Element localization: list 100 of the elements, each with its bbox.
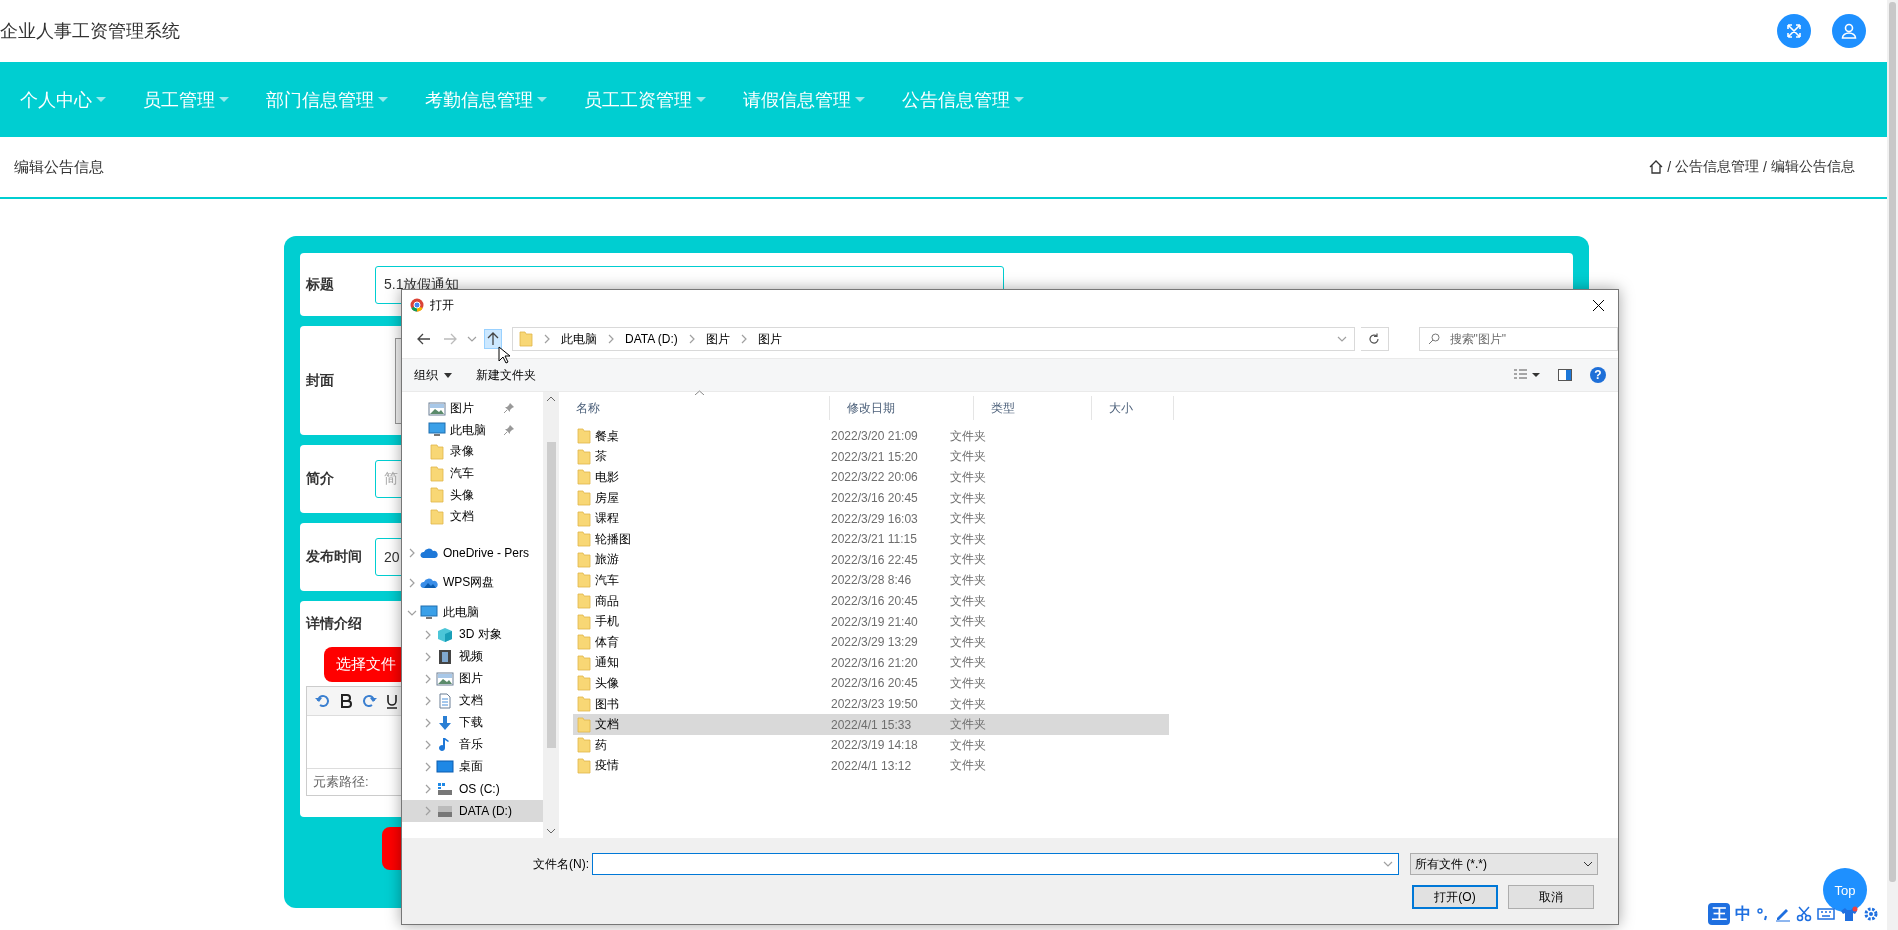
fullscreen-button[interactable] xyxy=(1777,14,1811,48)
quick-access-item[interactable]: 头像 xyxy=(402,484,543,506)
file-row[interactable]: 药 2022/3/19 14:18 文件夹 xyxy=(573,734,1169,756)
column-header[interactable]: 修改日期 xyxy=(830,396,974,420)
file-type-select[interactable]: 所有文件 (*.*) xyxy=(1410,853,1598,875)
folder-icon xyxy=(518,331,533,347)
nav-tree-item[interactable]: OneDrive - Pers xyxy=(402,541,543,564)
address-bar[interactable]: 此电脑 DATA (D:) 图片 图片 xyxy=(511,327,1355,351)
back-arrow-icon xyxy=(417,333,431,345)
quick-access-item[interactable]: 录像 xyxy=(402,441,543,463)
scroll-down-icon[interactable] xyxy=(547,829,555,834)
file-type: 文件夹 xyxy=(950,448,986,466)
file-row[interactable]: 商品 2022/3/16 20:45 文件夹 xyxy=(573,590,1169,612)
keyboard-icon[interactable] xyxy=(1817,907,1835,921)
file-row[interactable]: 旅游 2022/3/16 22:45 文件夹 xyxy=(573,549,1169,571)
file-type: 文件夹 xyxy=(950,592,986,610)
file-name-label: 文件名(N): xyxy=(532,855,590,873)
file-row[interactable]: 图书 2022/3/23 19:50 文件夹 xyxy=(573,693,1169,715)
quick-access-item[interactable]: 汽车 xyxy=(402,462,543,485)
file-row[interactable]: 茶 2022/3/21 15:20 文件夹 xyxy=(573,446,1169,468)
cube-icon xyxy=(436,626,454,643)
scissors-icon[interactable] xyxy=(1796,906,1812,922)
file-name: 房屋 xyxy=(595,489,619,507)
view-options-icon[interactable] xyxy=(1514,369,1540,381)
file-row[interactable]: 通知 2022/3/16 21:20 文件夹 xyxy=(573,652,1169,674)
pin-icon[interactable] xyxy=(504,424,514,435)
file-row[interactable]: 电影 2022/3/22 20:06 文件夹 xyxy=(573,467,1169,488)
file-type: 文件夹 xyxy=(950,633,986,651)
help-button[interactable]: ? xyxy=(1590,367,1606,383)
page-scrollbar[interactable] xyxy=(1887,0,1898,930)
file-name: 轮播图 xyxy=(595,530,631,548)
ime-mode[interactable]: 中 xyxy=(1735,903,1751,925)
file-row[interactable]: 课程 2022/3/29 16:03 文件夹 xyxy=(573,508,1169,529)
pen-icon[interactable] xyxy=(1775,906,1791,922)
nav-tree-item[interactable]: DATA (D:) xyxy=(402,799,543,822)
computer-icon xyxy=(420,604,438,621)
nav-tree-item[interactable]: WPS网盘 xyxy=(402,571,543,594)
shirt-icon[interactable] xyxy=(1840,906,1858,922)
new-folder-button[interactable]: 新建文件夹 xyxy=(476,366,536,384)
picture-icon xyxy=(436,670,454,687)
sort-indicator-icon xyxy=(695,390,704,395)
file-type: 文件夹 xyxy=(950,695,986,713)
close-icon xyxy=(1592,299,1604,311)
undo-icon[interactable] xyxy=(315,694,331,708)
folder-icon xyxy=(428,465,446,482)
quick-access-item[interactable]: 此电脑 xyxy=(402,419,543,442)
breadcrumb-link[interactable]: 编辑公告信息 xyxy=(1771,158,1855,176)
punctuation-icon[interactable] xyxy=(1756,906,1770,922)
bold-icon[interactable] xyxy=(339,694,353,708)
address-crumb[interactable]: DATA (D:) xyxy=(624,332,678,346)
underline-icon[interactable] xyxy=(385,693,399,709)
address-crumb[interactable]: 此电脑 xyxy=(560,330,597,348)
folder-icon xyxy=(428,508,446,525)
column-header[interactable]: 类型 xyxy=(974,396,1092,420)
column-header[interactable]: 名称 xyxy=(559,396,830,420)
column-header[interactable]: 大小 xyxy=(1092,396,1174,420)
pin-icon[interactable] xyxy=(504,403,514,413)
nav-tree-item[interactable]: 此电脑 xyxy=(402,601,543,624)
settings-icon[interactable] xyxy=(1863,906,1879,922)
quick-access-item[interactable]: 文档 xyxy=(402,505,543,528)
nav-tree-item[interactable]: 下载 xyxy=(402,711,543,734)
file-name-field[interactable] xyxy=(592,853,1399,875)
user-button[interactable] xyxy=(1832,14,1866,48)
preview-pane-icon[interactable] xyxy=(1558,369,1572,381)
expand-arrows-icon xyxy=(1786,23,1802,39)
search-field[interactable]: 搜索"图片" xyxy=(1418,327,1618,351)
modified-date: 2022/3/28 8:46 xyxy=(830,573,913,588)
file-type: 文件夹 xyxy=(950,489,986,507)
file-type: 文件夹 xyxy=(950,716,986,734)
caret-icon xyxy=(96,97,106,102)
folder-icon xyxy=(577,510,591,527)
quick-access-item[interactable]: 图片 xyxy=(402,398,543,420)
file-row[interactable]: 手机 2022/3/19 21:40 文件夹 xyxy=(573,611,1169,632)
dialog-button[interactable]: 打开(O) xyxy=(1412,885,1498,909)
file-row[interactable]: 头像 2022/3/16 20:45 文件夹 xyxy=(573,673,1169,694)
dialog-button[interactable]: 取消 xyxy=(1508,885,1594,909)
address-crumb[interactable]: 图片 xyxy=(757,330,782,348)
file-row[interactable]: 文档 2022/4/1 15:33 文件夹 xyxy=(573,714,1169,735)
caret-icon xyxy=(444,372,452,378)
file-name: 头像 xyxy=(595,674,619,692)
file-row[interactable]: 房屋 2022/3/16 20:45 文件夹 xyxy=(573,487,1169,509)
nav-tree-item[interactable]: 3D 对象 xyxy=(402,623,543,646)
nav-tree-item[interactable]: 文档 xyxy=(402,689,543,712)
address-crumb[interactable]: 图片 xyxy=(705,330,730,348)
breadcrumb-link[interactable]: 公告信息管理 xyxy=(1675,158,1760,176)
up-button[interactable] xyxy=(483,329,502,349)
file-row[interactable]: 餐桌 2022/3/20 21:09 文件夹 xyxy=(573,426,1169,447)
refresh-button[interactable] xyxy=(1360,327,1389,351)
file-name: 商品 xyxy=(595,592,619,610)
scroll-up-icon[interactable] xyxy=(547,396,555,401)
file-row[interactable]: 汽车 2022/3/28 8:46 文件夹 xyxy=(573,570,1169,591)
file-row[interactable]: 轮播图 2022/3/21 11:15 文件夹 xyxy=(573,528,1169,550)
organize-menu[interactable]: 组织 xyxy=(414,366,452,384)
home-icon[interactable] xyxy=(1649,160,1664,174)
redo-icon[interactable] xyxy=(361,694,377,708)
nav-tree-item[interactable]: 音乐 xyxy=(402,733,543,756)
ime-logo[interactable]: 王 xyxy=(1708,903,1730,925)
scrollbar[interactable] xyxy=(543,392,559,838)
file-row[interactable]: 体育 2022/3/29 13:29 文件夹 xyxy=(573,631,1169,653)
folder-icon xyxy=(577,593,591,610)
